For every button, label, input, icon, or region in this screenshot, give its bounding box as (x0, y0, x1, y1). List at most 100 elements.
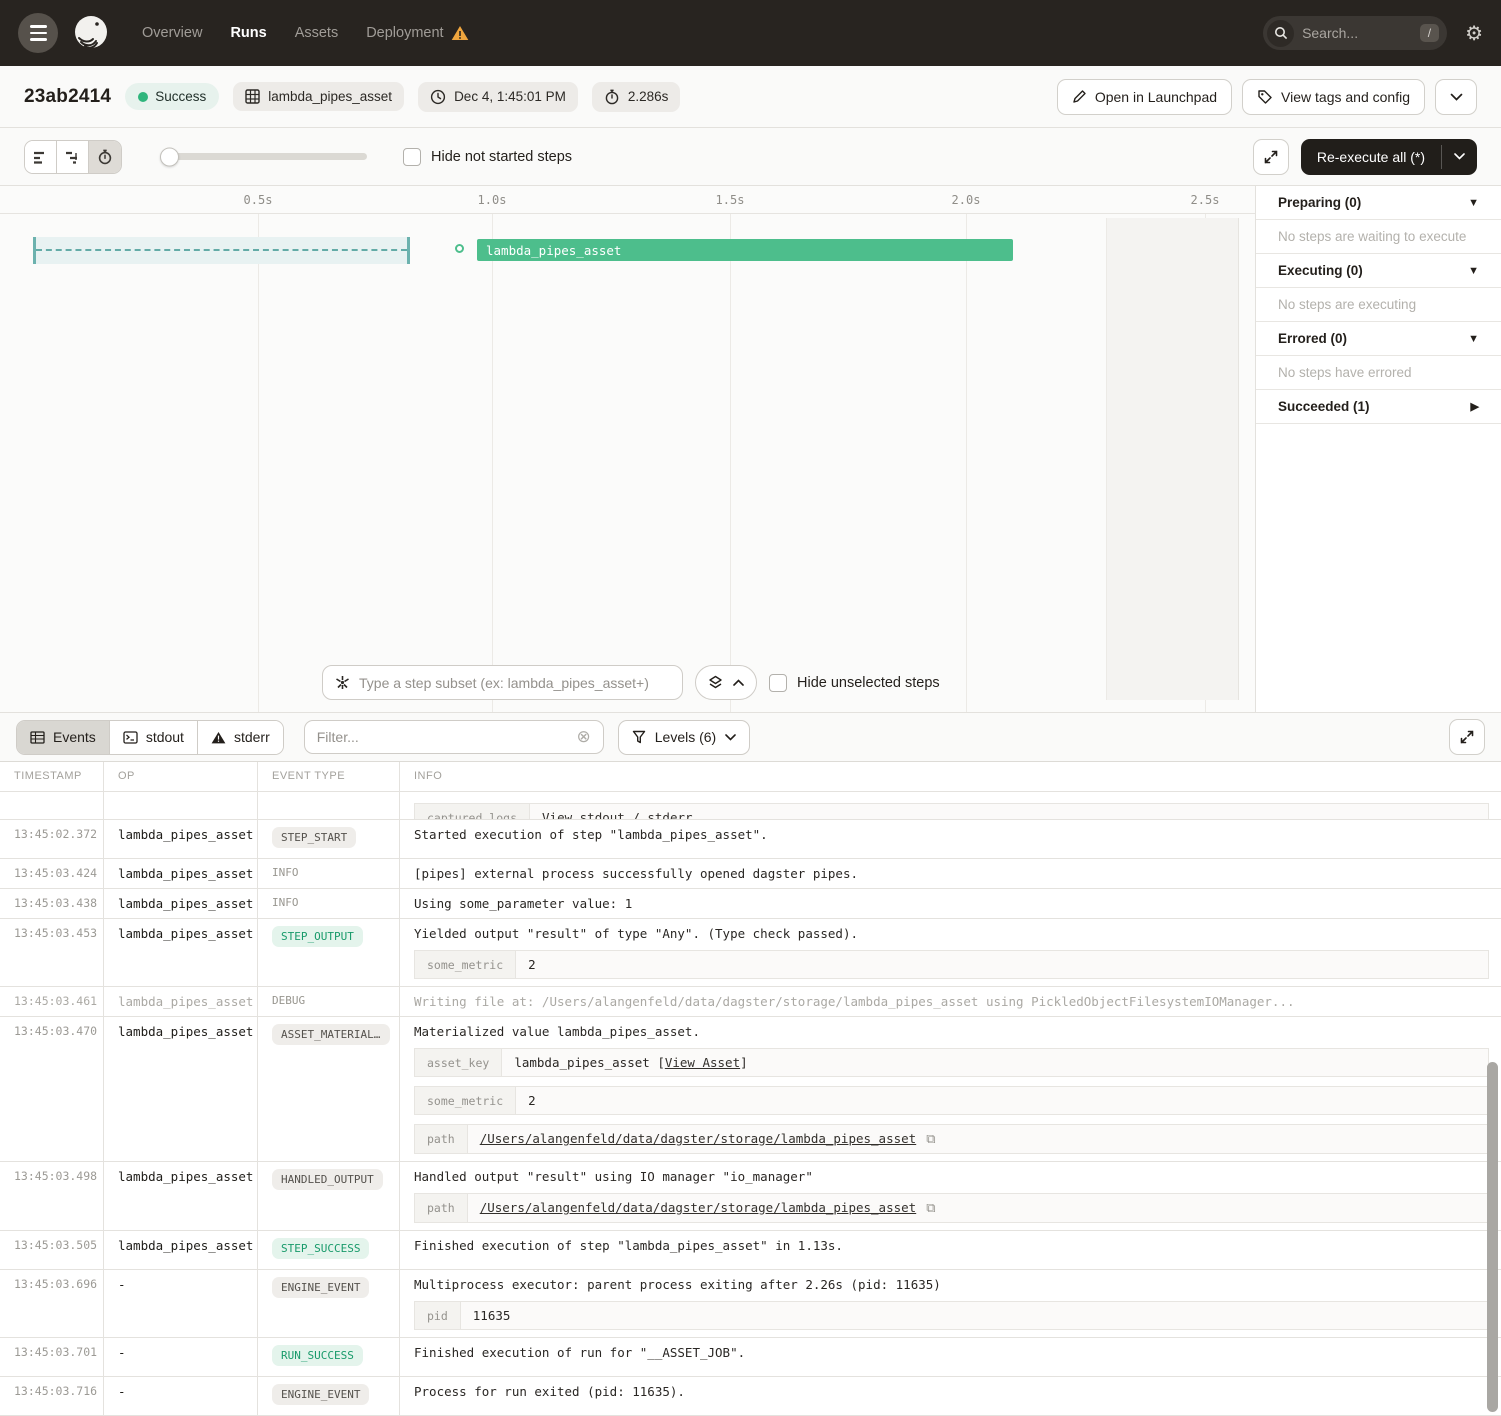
info-cell: Handled output "result" using IO manager… (400, 1162, 1501, 1230)
grid-icon (245, 89, 260, 104)
status-section-title: Executing (0) (1278, 263, 1363, 278)
op-cell: lambda_pipes_asset (104, 987, 258, 1016)
hide-unselected-label: Hide unselected steps (769, 674, 940, 692)
events-expand-button[interactable] (1449, 719, 1485, 755)
view-asset-link[interactable]: View Asset (665, 1055, 740, 1070)
metadata-value: /Users/alangenfeld/data/dagster/storage/… (467, 1194, 1488, 1223)
table-row: 13:45:03.424lambda_pipes_assetINFO[pipes… (0, 859, 1501, 889)
hamburger-menu-icon[interactable] (18, 13, 58, 53)
zoom-slider[interactable] (162, 153, 367, 160)
run-actions-dropdown-button[interactable] (1435, 79, 1477, 115)
column-header: EVENT TYPE (258, 762, 400, 791)
gantt-expand-button[interactable] (1253, 139, 1289, 175)
levels-filter-button[interactable]: Levels (6) (618, 720, 750, 755)
metadata-text: lambda_pipes_asset (514, 1055, 657, 1070)
timestamp-cell: 13:45:03.696 (0, 1270, 104, 1337)
copy-icon[interactable]: ⧉ (926, 1132, 935, 1147)
hide-not-started-checkbox[interactable] (403, 148, 421, 166)
search-input[interactable] (1302, 25, 1420, 41)
nav-item-label: Runs (230, 25, 266, 41)
metadata-value: /Users/alangenfeld/data/dagster/storage/… (467, 1125, 1488, 1154)
metadata-row: asset_keylambda_pipes_asset [View Asset] (415, 1049, 1489, 1077)
metadata-key: path (415, 1194, 468, 1223)
metadata-key: path (415, 1125, 468, 1154)
start-time-pill: Dec 4, 1:45:01 PM (418, 82, 578, 112)
table-row: 13:45:03.701-RUN_SUCCESSFinished executi… (0, 1338, 1501, 1377)
copy-icon[interactable]: ⧉ (926, 1201, 935, 1216)
metadata-link[interactable]: /Users/alangenfeld/data/dagster/storage/… (480, 1200, 917, 1215)
op-cell: lambda_pipes_asset (104, 1017, 258, 1161)
zoom-slider-knob[interactable] (160, 147, 179, 166)
status-dot-icon (138, 92, 148, 102)
log-filter-box[interactable]: ⊗ (304, 720, 604, 754)
info-text: Materialized value lambda_pipes_asset. (414, 1024, 1489, 1039)
step-status-panel: Preparing (0)▼No steps are waiting to ex… (1255, 186, 1501, 712)
info-cell: Started execution of step "lambda_pipes_… (400, 820, 1501, 858)
timestamp-cell: 13:45:03.453 (0, 919, 104, 986)
hide-not-started-label: Hide not started steps (403, 148, 572, 166)
status-section-header[interactable]: Succeeded (1)▶ (1256, 390, 1501, 424)
warning-icon (451, 25, 469, 41)
clear-filter-icon[interactable]: ⊗ (577, 727, 591, 747)
re-execute-all-button[interactable]: Re-execute all (*) (1301, 139, 1441, 175)
event-type-badge: HANDLED_OUTPUT (272, 1169, 383, 1190)
axis-tick-label: 2.5s (1191, 193, 1220, 207)
view-mode-timed-button[interactable] (89, 141, 121, 173)
gantt-step-bar[interactable]: lambda_pipes_asset (477, 239, 1013, 261)
tab-events[interactable]: Events (17, 721, 110, 754)
table-row: 13:45:03.716-ENGINE_EVENTProcess for run… (0, 1377, 1501, 1416)
open-in-launchpad-button[interactable]: Open in Launchpad (1057, 79, 1232, 115)
tab-stderr[interactable]: stderr (198, 721, 283, 754)
metadata-row: some_metric2 (415, 951, 1489, 979)
axis-gridline (966, 214, 967, 712)
gear-icon[interactable]: ⚙ (1465, 21, 1483, 46)
metadata-value: 2 (516, 1087, 1489, 1115)
view-mode-waterfall-button[interactable] (57, 141, 89, 173)
events-scrollbar[interactable] (1487, 1062, 1498, 1412)
step-subset-inputbox[interactable] (322, 665, 683, 700)
status-section-title: Succeeded (1) (1278, 399, 1370, 414)
nav-item-runs[interactable]: Runs (230, 25, 266, 41)
event-type-cell: ENGINE_EVENT (258, 1377, 400, 1415)
dagster-logo-icon[interactable] (70, 12, 112, 54)
metadata-table: captured_logsView stdout / stderr (414, 803, 1489, 820)
info-cell: Finished execution of run for "__ASSET_J… (400, 1338, 1501, 1376)
nav-item-assets[interactable]: Assets (295, 25, 339, 41)
view-tags-config-button[interactable]: View tags and config (1242, 79, 1425, 115)
axis-gridline (492, 214, 493, 712)
step-subset-input[interactable] (359, 675, 670, 691)
timestamp-cell: 13:45:03.438 (0, 889, 104, 918)
hide-unselected-checkbox[interactable] (769, 674, 787, 692)
axis-tick-label: 2.0s (952, 193, 981, 207)
nav-item-label: Overview (142, 25, 202, 41)
status-section-header[interactable]: Errored (0)▼ (1256, 322, 1501, 356)
events-panel: Eventsstdoutstderr ⊗ Levels (6) TIMESTAM… (0, 712, 1501, 1416)
event-type-label: INFO (272, 896, 299, 909)
status-section-header[interactable]: Executing (0) ▼ (1256, 254, 1501, 288)
view-mode-flat-button[interactable] (25, 141, 57, 173)
metadata-link[interactable]: View stdout / stderr (542, 810, 693, 820)
events-table-header: TIMESTAMPOPEVENT TYPEINFO (0, 762, 1501, 792)
graph-query-toggle-button[interactable] (695, 665, 757, 700)
log-view-tabs: Eventsstdoutstderr (16, 720, 284, 755)
events-table: TIMESTAMPOPEVENT TYPEINFO captured_logsV… (0, 761, 1501, 1416)
search-box[interactable]: / (1263, 16, 1447, 50)
job-name-pill[interactable]: lambda_pipes_asset (233, 82, 404, 111)
info-text: [pipes] external process successfully op… (414, 866, 1489, 881)
op-cell: - (104, 1377, 258, 1415)
nav-item-overview[interactable]: Overview (142, 25, 202, 41)
tab-stdout[interactable]: stdout (110, 721, 198, 754)
info-cell: Materialized value lambda_pipes_asset.as… (400, 1017, 1501, 1161)
metadata-link[interactable]: /Users/alangenfeld/data/dagster/storage/… (480, 1131, 917, 1146)
re-execute-dropdown-button[interactable] (1442, 139, 1477, 175)
chevron-down-icon: ▼ (1468, 265, 1479, 277)
timestamp-cell: 13:45:03.424 (0, 859, 104, 888)
table-row: captured_logsView stdout / stderr (0, 792, 1501, 820)
nav-item-deployment[interactable]: Deployment (366, 25, 468, 41)
status-section-header[interactable]: Preparing (0)▼ (1256, 186, 1501, 220)
log-filter-input[interactable] (317, 729, 577, 745)
axis-gridline (258, 214, 259, 712)
event-type-badge: ENGINE_EVENT (272, 1384, 369, 1405)
step-marker-dot (455, 244, 464, 253)
axis-tick-label: 0.5s (244, 193, 273, 207)
